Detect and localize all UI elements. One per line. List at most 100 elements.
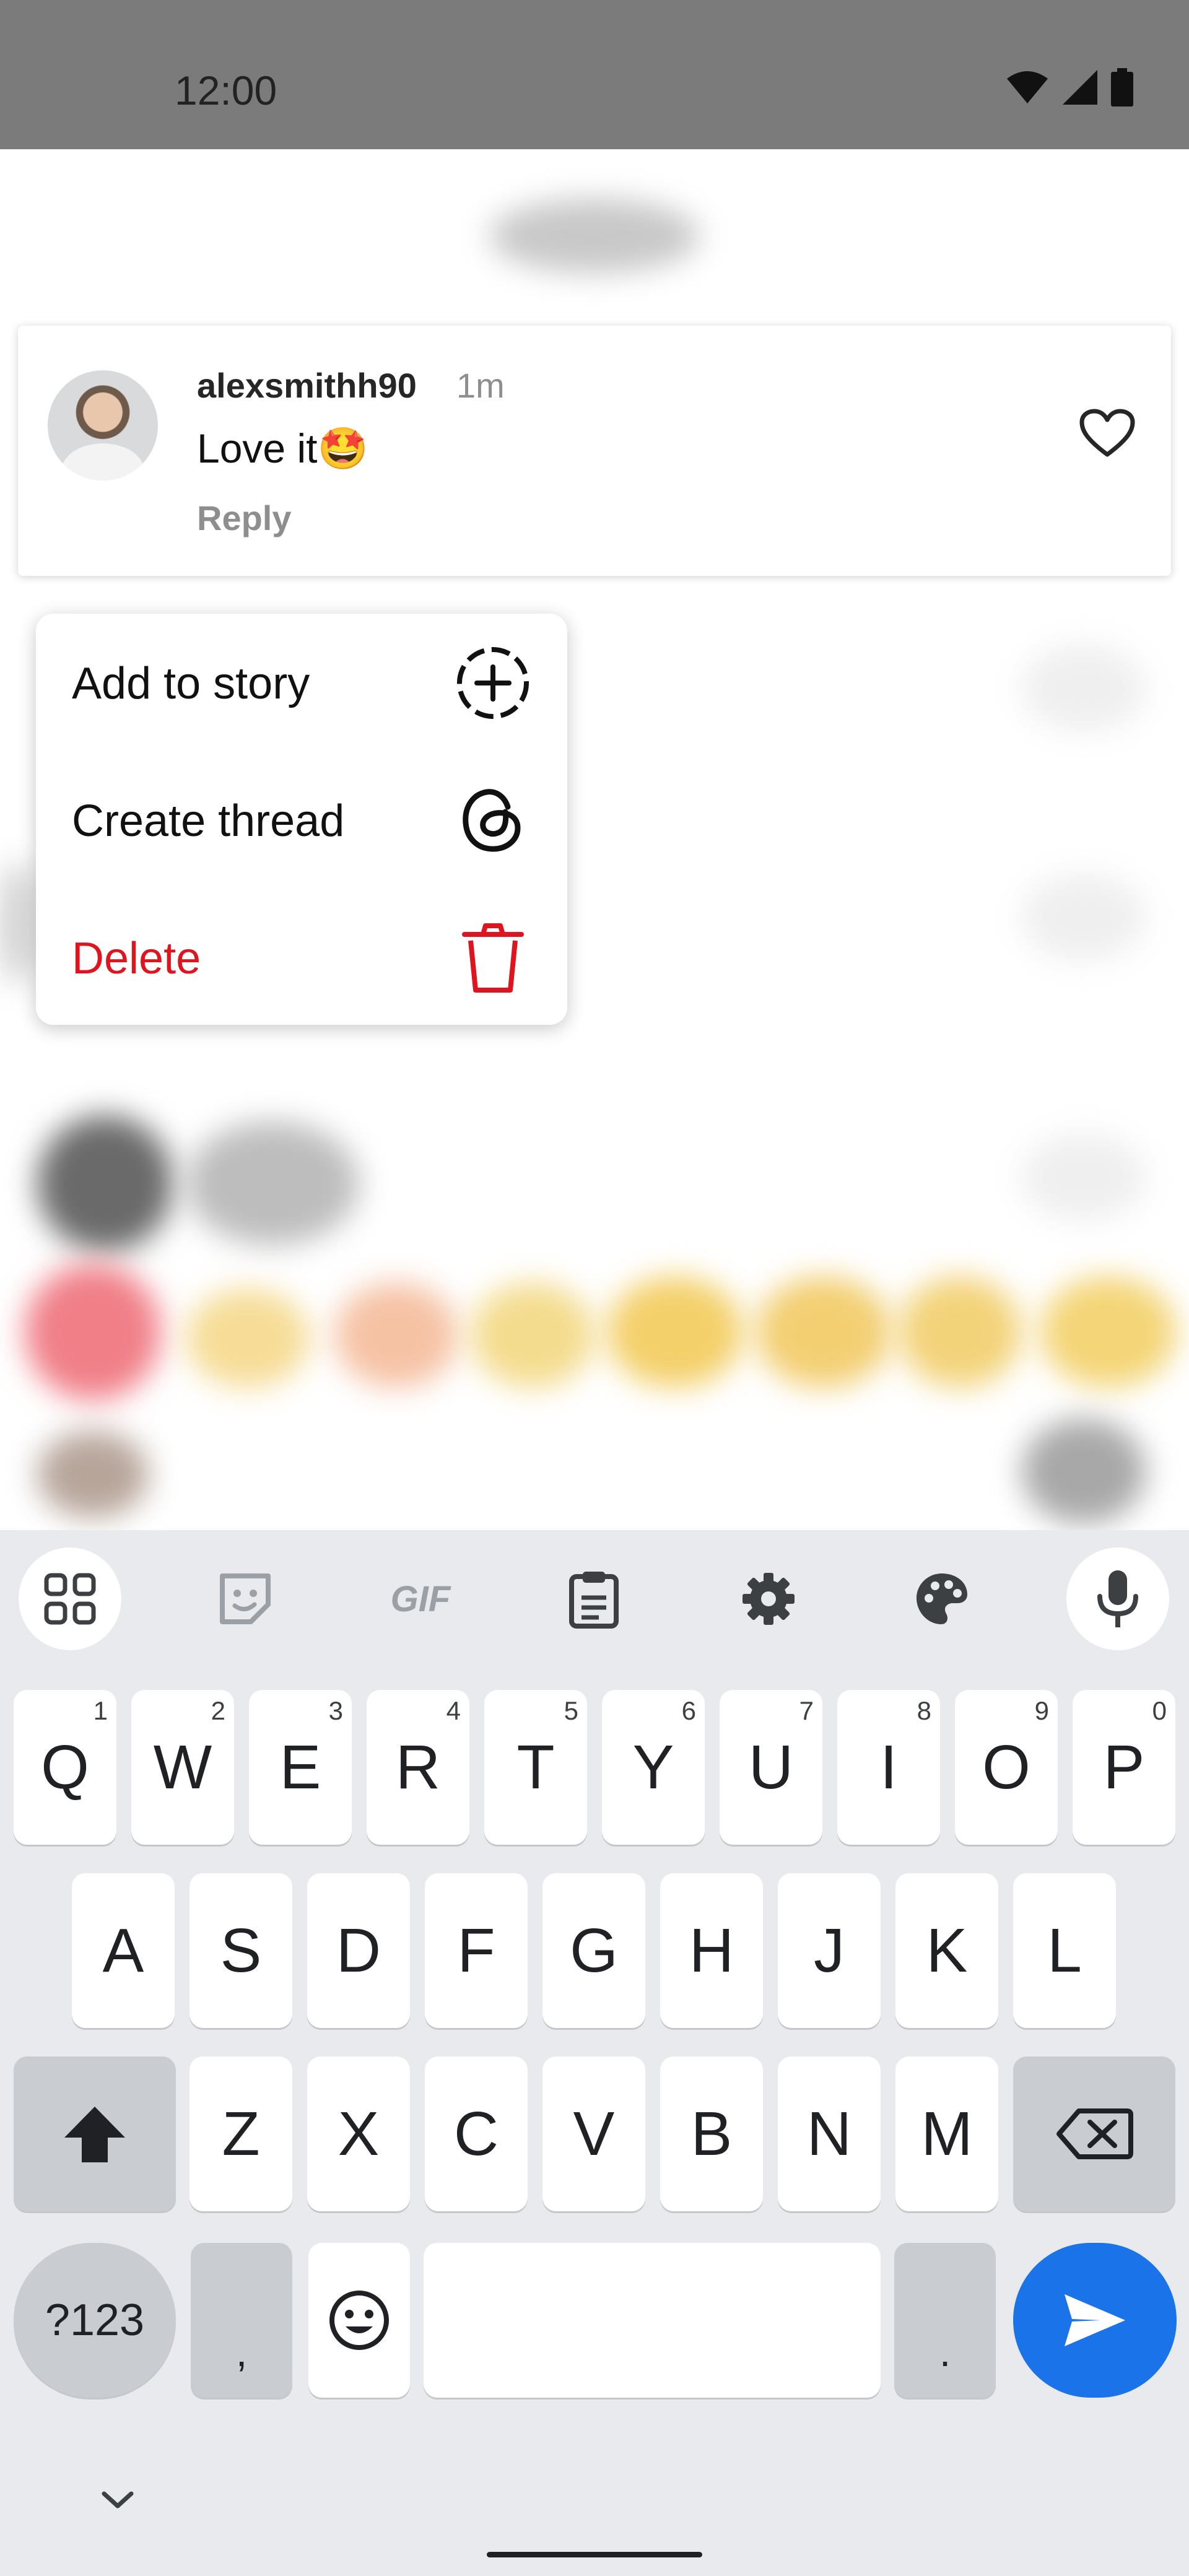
key-label: H xyxy=(689,1915,734,1985)
mic-icon xyxy=(1097,1570,1138,1627)
period-label: . xyxy=(939,2329,951,2375)
key-n[interactable]: N xyxy=(778,2056,881,2211)
key-d[interactable]: D xyxy=(307,1873,410,2028)
status-icons xyxy=(1006,68,1133,107)
keyboard: G I F Q 1 W 2 E 3 R 4 T 5 Y 6 U 7 I 8 O 9 … xyxy=(0,1530,1189,2576)
key-k[interactable]: K xyxy=(895,1873,998,2028)
emoji-key[interactable] xyxy=(308,2243,410,2398)
key-r[interactable]: R4 xyxy=(367,1690,469,1845)
key-q[interactable]: Q1 xyxy=(14,1690,116,1845)
send-icon xyxy=(1065,2294,1125,2346)
battery-icon xyxy=(1111,68,1133,107)
key-i[interactable]: I8 xyxy=(837,1690,940,1845)
menu-item-label: Add to story xyxy=(72,659,310,708)
key-u[interactable]: U7 xyxy=(720,1690,822,1845)
settings-icon xyxy=(743,1573,795,1625)
key-j[interactable]: J xyxy=(778,1873,881,2028)
key-c[interactable]: C xyxy=(425,2056,528,2211)
menu-item-delete[interactable]: Delete xyxy=(36,889,567,1025)
comment-card[interactable]: alexsmithh90 1m Love it🤩 Reply xyxy=(18,326,1171,576)
key-label: X xyxy=(338,2099,380,2169)
key-label: K xyxy=(926,1915,968,1985)
clipboard-icon xyxy=(569,1572,619,1629)
send-button[interactable] xyxy=(1013,2243,1177,2398)
key-label: U xyxy=(748,1732,794,1802)
symbols-key[interactable]: ?123 xyxy=(14,2243,176,2398)
comment-time: 1m xyxy=(456,366,505,405)
gif-icon: GIF xyxy=(390,1578,451,1619)
key-t[interactable]: T5 xyxy=(484,1690,587,1845)
key-y[interactable]: Y6 xyxy=(602,1690,705,1845)
context-menu: Add to story Create thread Delete xyxy=(36,614,567,1025)
shift-key[interactable] xyxy=(14,2056,176,2211)
trash-icon xyxy=(462,923,524,993)
spacebar[interactable] xyxy=(424,2243,881,2398)
key-label: P xyxy=(1103,1732,1145,1802)
menu-item-add-to-story[interactable]: Add to story xyxy=(36,614,567,750)
backspace-key[interactable] xyxy=(1013,2056,1175,2211)
key-label: Z xyxy=(222,2099,260,2169)
key-a[interactable]: A xyxy=(72,1873,175,2028)
palette-icon xyxy=(917,1573,967,1624)
key-x[interactable]: X xyxy=(307,2056,410,2211)
emoji-icon xyxy=(329,2291,389,2350)
threads-icon xyxy=(463,789,521,852)
menu-item-label: Create thread xyxy=(72,796,345,846)
shift-icon xyxy=(64,2107,125,2162)
key-label: B xyxy=(690,2099,733,2169)
reply-button[interactable]: Reply xyxy=(197,498,292,538)
key-b[interactable]: B xyxy=(660,2056,763,2211)
key-e[interactable]: E3 xyxy=(249,1690,352,1845)
key-label: I xyxy=(880,1732,897,1802)
key-label: J xyxy=(814,1915,845,1985)
key-f[interactable]: F xyxy=(425,1873,528,2028)
key-z[interactable]: Z xyxy=(189,2056,292,2211)
key-w[interactable]: W2 xyxy=(131,1690,234,1845)
key-s[interactable]: S xyxy=(189,1873,292,2028)
key-hint: 7 xyxy=(799,1696,814,1725)
key-hint: 3 xyxy=(328,1696,343,1725)
key-m[interactable]: M xyxy=(895,2056,998,2211)
apps-grid-button[interactable] xyxy=(19,1547,121,1650)
key-h[interactable]: H xyxy=(660,1873,763,2028)
settings-button[interactable] xyxy=(717,1547,820,1650)
add-to-story-icon xyxy=(457,647,529,719)
key-hint: 1 xyxy=(93,1696,108,1725)
avatar[interactable] xyxy=(48,370,158,481)
sticker-button[interactable] xyxy=(194,1547,297,1650)
signal-icon xyxy=(1063,70,1097,105)
key-label: A xyxy=(102,1915,144,1985)
gif-button[interactable]: GIF xyxy=(369,1547,472,1650)
chevron-down-icon[interactable] xyxy=(99,2487,136,2512)
menu-item-label: Delete xyxy=(72,934,201,983)
keyboard-toolbar: GIF xyxy=(0,1530,1189,1661)
theme-button[interactable] xyxy=(891,1547,993,1650)
key-label: M xyxy=(921,2099,973,2169)
voice-input-button[interactable] xyxy=(1066,1547,1169,1650)
clipboard-button[interactable] xyxy=(542,1547,645,1650)
key-v[interactable]: V xyxy=(542,2056,645,2211)
comment-text: Love it🤩 xyxy=(197,425,368,471)
key-hint: 5 xyxy=(564,1696,578,1725)
key-hint: 4 xyxy=(446,1696,461,1725)
key-g[interactable]: G xyxy=(542,1873,645,2028)
backspace-icon xyxy=(1056,2108,1133,2159)
key-label: Y xyxy=(632,1732,674,1802)
key-label: R xyxy=(395,1732,441,1802)
symbols-label: ?123 xyxy=(45,2295,145,2345)
key-label: O xyxy=(982,1732,1030,1802)
period-key[interactable]: . xyxy=(894,2243,996,2398)
comment-username[interactable]: alexsmithh90 xyxy=(197,365,417,406)
apps-grid-icon xyxy=(44,1573,96,1625)
gesture-nav-handle[interactable] xyxy=(487,2552,702,2557)
key-label: L xyxy=(1047,1915,1082,1985)
heart-icon[interactable] xyxy=(1079,409,1135,458)
key-hint: 8 xyxy=(917,1696,931,1725)
key-hint: 0 xyxy=(1152,1696,1167,1725)
key-label: S xyxy=(220,1915,262,1985)
comma-key[interactable]: , xyxy=(191,2243,292,2398)
key-p[interactable]: P0 xyxy=(1073,1690,1175,1845)
menu-item-create-thread[interactable]: Create thread xyxy=(36,751,567,887)
key-o[interactable]: O9 xyxy=(955,1690,1058,1845)
key-l[interactable]: L xyxy=(1013,1873,1116,2028)
